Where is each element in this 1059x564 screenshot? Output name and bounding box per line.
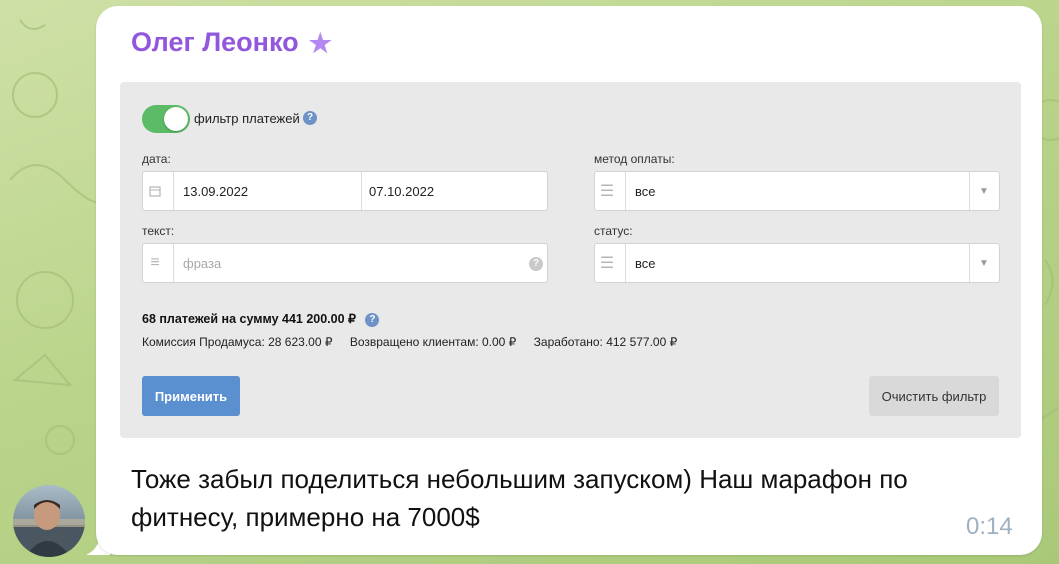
payment-method-value: все [635,183,656,199]
text-icon: ≡ [150,254,160,271]
payment-filter-toggle[interactable] [142,105,190,133]
text-label: текст: [142,224,175,238]
returned-stat: Возвращено клиентам: 0.00 ₽ [349,335,517,349]
help-icon[interactable]: ? [365,312,380,327]
apply-button[interactable]: Применить [142,376,240,416]
status-select[interactable]: ☰ все ▼ [594,243,1000,283]
payment-method-select[interactable]: ☰ все ▼ [594,171,1000,211]
help-icon[interactable]: ? [303,111,317,125]
payment-method-label: метод оплаты: [594,152,675,166]
message-text: Тоже забыл поделиться небольшим запуском… [131,464,908,532]
list-icon: ☰ [599,255,615,272]
date-label: дата: [142,152,171,166]
sender-avatar[interactable] [13,485,85,557]
date-range-field[interactable]: 13.09.2022 07.10.2022 [142,171,548,211]
clear-filter-button[interactable]: Очистить фильтр [869,376,999,416]
date-to-input[interactable]: 07.10.2022 [369,172,434,210]
calendar-icon [143,172,167,210]
toggle-label: фильтр платежей [194,111,300,126]
date-from-input[interactable]: 13.09.2022 [183,172,248,210]
chevron-down-icon[interactable]: ▼ [969,172,999,210]
payments-summary-text: 68 платежей на сумму 441 200.00 ₽ [142,312,356,326]
earned-stat: Заработано: 412 577.00 ₽ [533,335,678,349]
help-icon[interactable]: ? [529,257,543,271]
list-icon: ☰ [599,183,615,200]
message-time: 0:14 [966,513,1013,540]
chevron-down-icon[interactable]: ▼ [969,244,999,282]
payment-filter-screenshot: фильтр платежей ? дата: 13.09.2022 07.10… [120,82,1021,438]
avatar-photo [13,500,85,557]
payments-summary: 68 платежей на сумму 441 200.00 ₽ ? [142,311,380,327]
payment-stats: Комиссия Продамуса: 28 623.00 ₽ Возвраще… [142,335,691,349]
sender-name-text: Олег Леонко [131,27,299,57]
status-value: все [635,255,656,271]
status-label: статус: [594,224,633,238]
text-search-field[interactable]: ≡ фраза ? [142,243,548,283]
sender-name[interactable]: Олег Леонко ★ [131,27,332,58]
commission-stat: Комиссия Продамуса: 28 623.00 ₽ [142,335,333,349]
text-search-placeholder[interactable]: фраза [183,244,221,282]
star-icon: ★ [308,27,332,58]
